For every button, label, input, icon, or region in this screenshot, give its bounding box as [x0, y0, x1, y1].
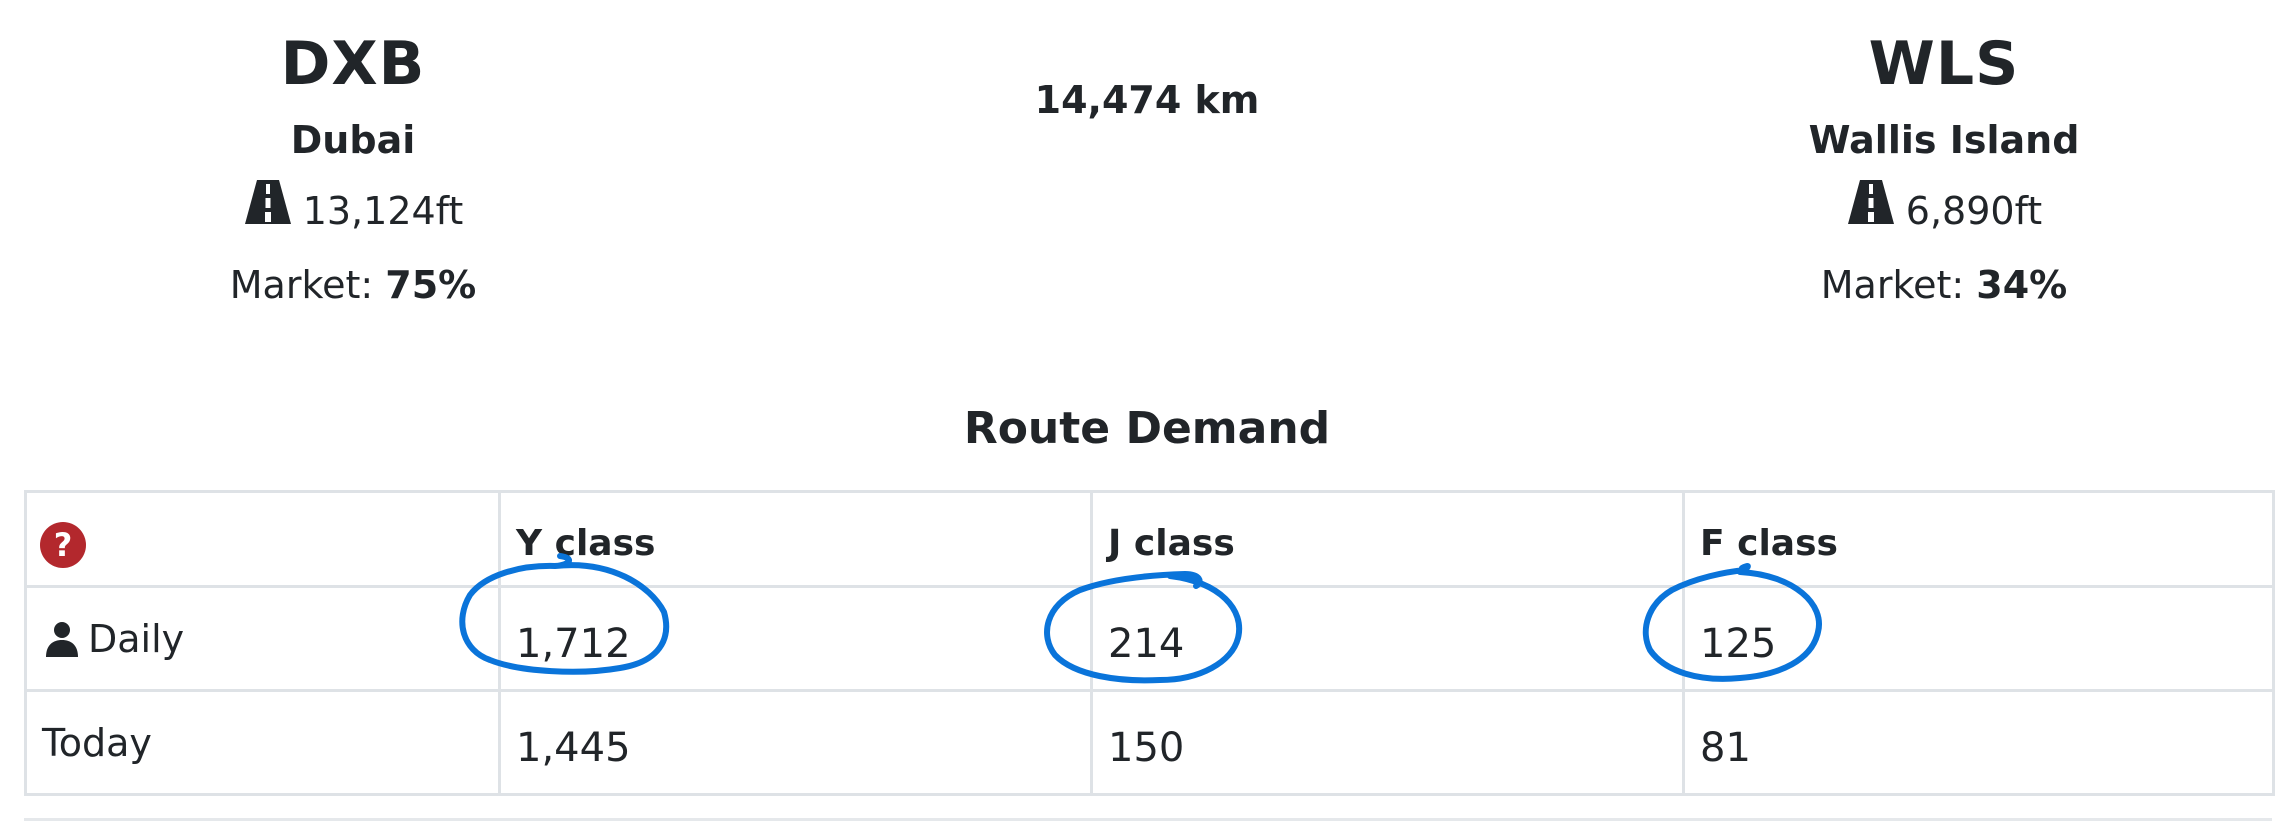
destination-market-label: Market: — [1820, 263, 1965, 307]
origin-airport: DXB Dubai 13,124ft Market: 75% — [103, 24, 603, 315]
route-demand-table: ? Y class J class F class Daily 1,712 21… — [24, 490, 2275, 796]
origin-market: Market: 75% — [103, 255, 603, 315]
row-label-today: Today — [24, 689, 501, 796]
road-icon — [1846, 178, 1896, 243]
row-label-daily: Daily — [88, 616, 185, 661]
column-header-j-class: J class — [1090, 490, 1685, 588]
origin-runway: 13,124ft — [103, 178, 603, 243]
destination-market: Market: 34% — [1694, 255, 2194, 315]
origin-market-value: 75% — [385, 263, 477, 307]
daily-y-class-value: 1,712 — [498, 585, 1093, 692]
daily-j-class-value: 214 — [1090, 585, 1685, 692]
column-header-y-class: Y class — [498, 490, 1093, 588]
destination-runway: 6,890ft — [1694, 178, 2194, 243]
table-header-row: ? Y class J class F class — [24, 490, 2275, 588]
table-row-today: Today 1,445 150 81 — [24, 689, 2275, 796]
destination-runway-length: 6,890ft — [1905, 188, 2043, 233]
today-y-class-value: 1,445 — [498, 689, 1093, 796]
origin-market-label: Market: — [229, 263, 374, 307]
origin-runway-length: 13,124ft — [302, 188, 464, 233]
road-icon — [243, 178, 293, 243]
destination-market-value: 34% — [1976, 263, 2068, 307]
column-header-f-class: F class — [1682, 490, 2275, 588]
route-demand-title: Route Demand — [963, 403, 1331, 454]
today-j-class-value: 150 — [1090, 689, 1685, 796]
destination-code[interactable]: WLS — [1694, 24, 2194, 104]
route-detail-page: DXB Dubai 13,124ft Market: 75% 14,474 km… — [0, 0, 2294, 826]
destination-airport: WLS Wallis Island 6,890ft Market: 34% — [1694, 24, 2194, 315]
row-label-cell: Daily — [24, 585, 501, 692]
help-cell: ? — [24, 490, 501, 588]
today-f-class-value: 81 — [1682, 689, 2275, 796]
destination-city: Wallis Island — [1808, 118, 2080, 162]
person-icon — [42, 619, 82, 659]
daily-f-class-value: 125 — [1682, 585, 2275, 692]
divider — [24, 818, 2272, 821]
question-circle-icon[interactable]: ? — [40, 522, 86, 568]
table-row-daily: Daily 1,712 214 125 — [24, 585, 2275, 692]
